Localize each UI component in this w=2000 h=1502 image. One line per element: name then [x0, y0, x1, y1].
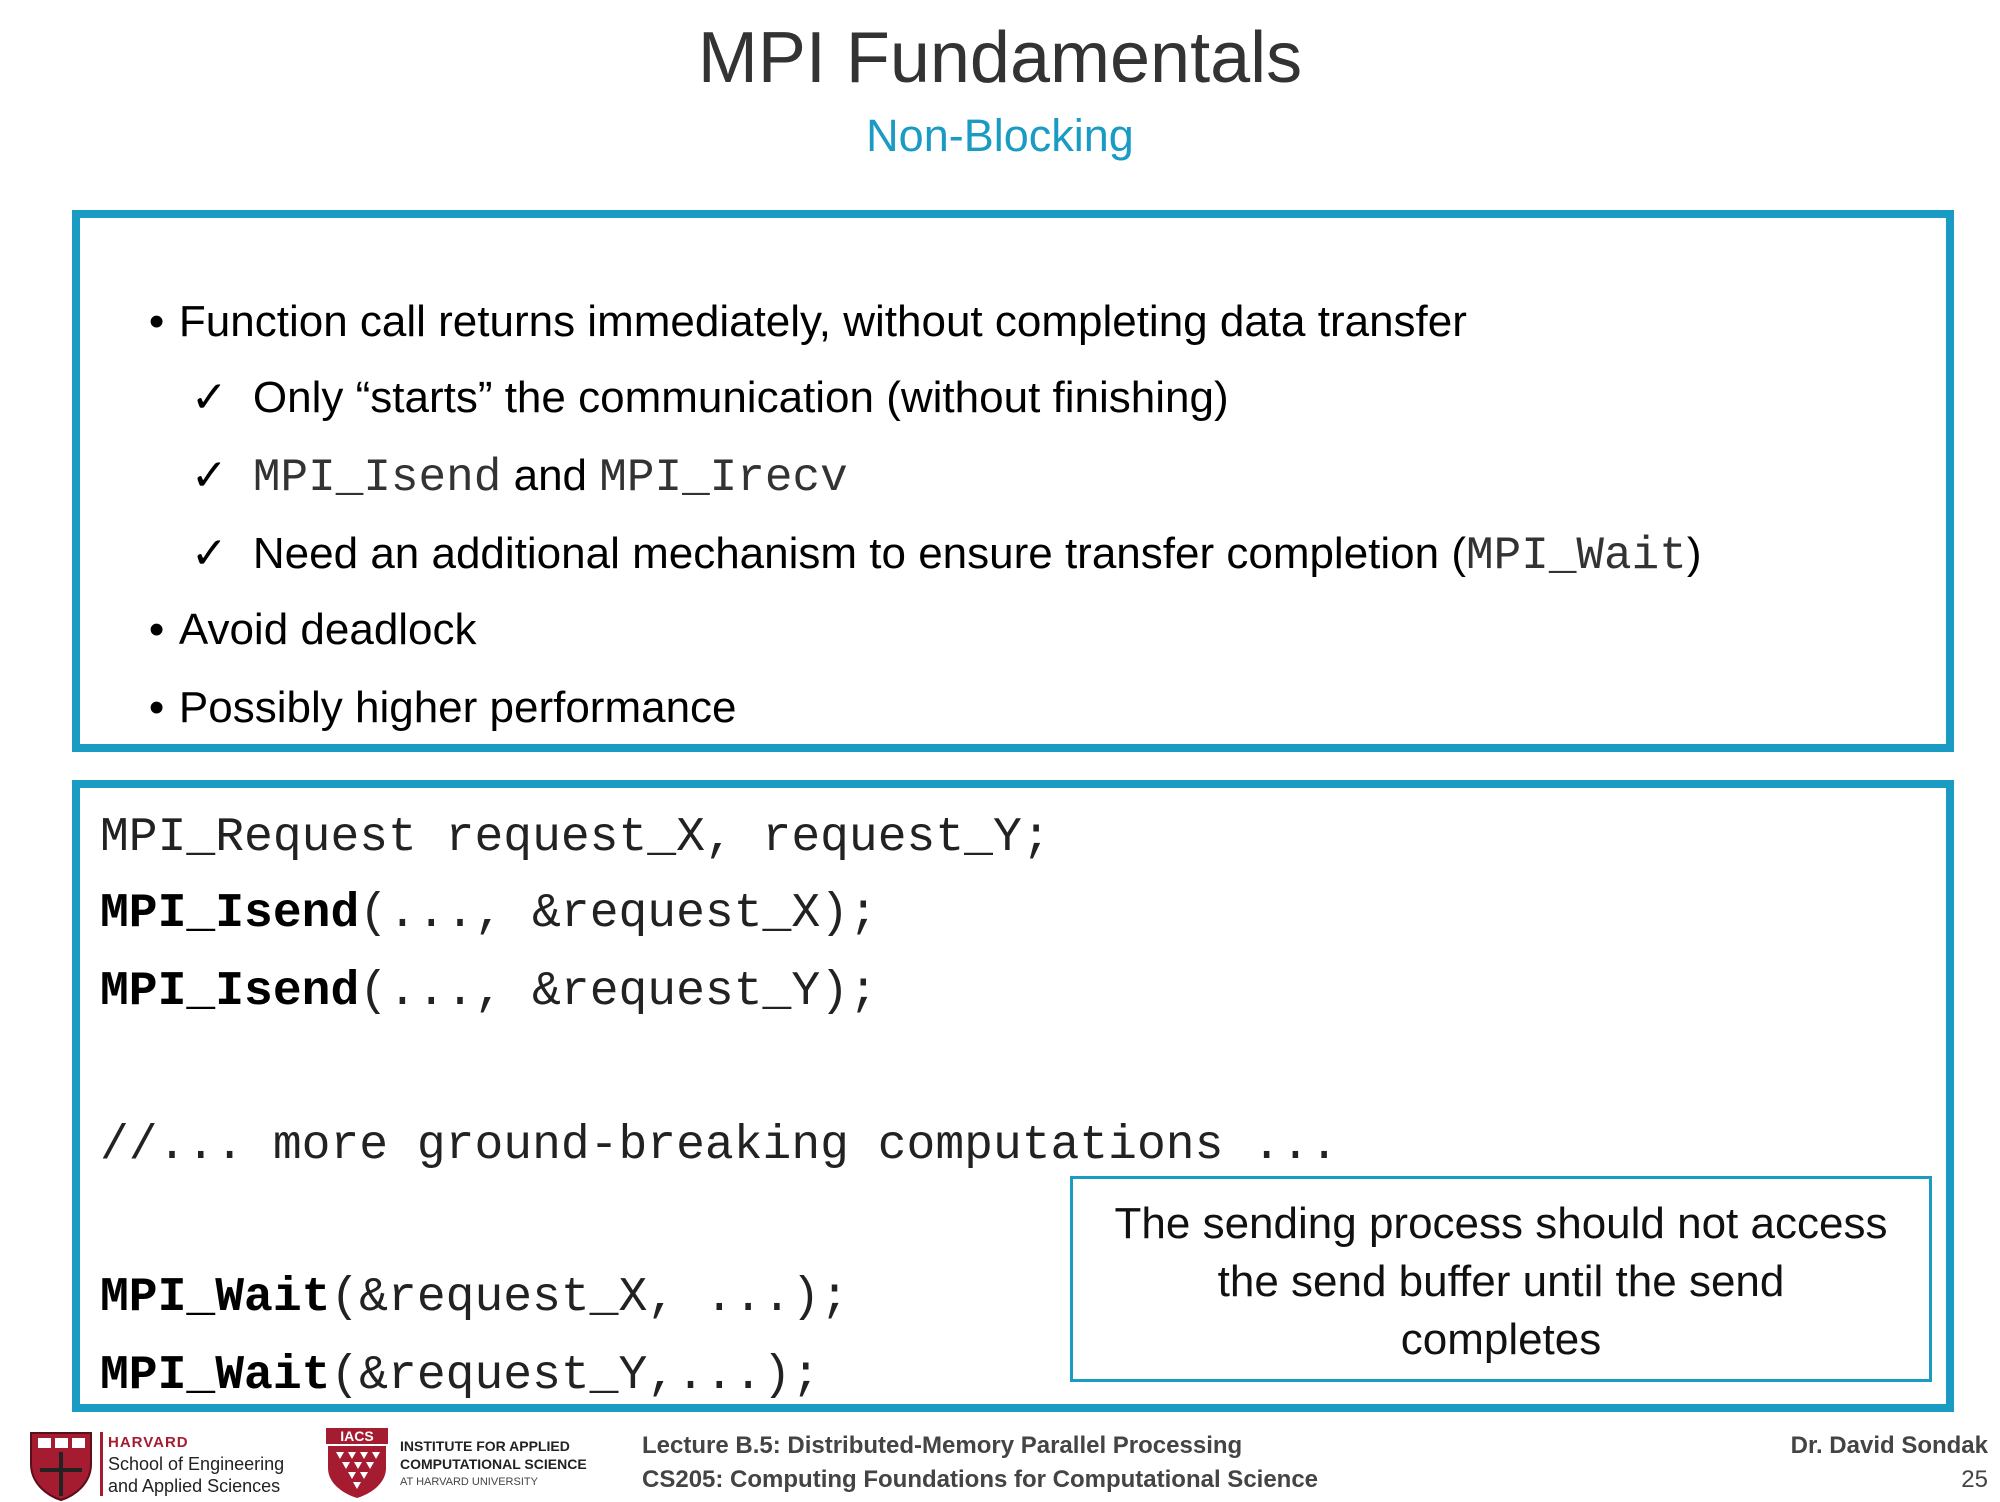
iacs-line-1: INSTITUTE FOR APPLIED [400, 1438, 570, 1454]
page-number: 25 [1961, 1466, 1988, 1493]
code-line-1: MPI_Request request_X, request_Y; [100, 811, 1051, 865]
iacs-line-3: AT HARVARD UNIVERSITY [400, 1476, 538, 1488]
seas-line-1: School of Engineering [108, 1454, 285, 1474]
lecture-title: Lecture B.5: Distributed-Memory Parallel… [642, 1432, 1243, 1459]
seas-line-2: and Applied Sciences [108, 1476, 281, 1496]
bullets-box: • Function call returns immediately, with… [72, 210, 1954, 752]
code-args: (..., &request_X); [359, 887, 878, 941]
slide-title: MPI Fundamentals [697, 18, 1303, 98]
bullet-3-text: Possibly higher performance [178, 683, 737, 732]
code-args: (&request_X, ...); [330, 1271, 849, 1325]
slide-subtitle: Non-Blocking [866, 110, 1134, 161]
code-args: (&request_Y,...); [330, 1349, 821, 1403]
callout-line-1: The sending process should not access [1114, 1199, 1888, 1248]
code-line-3: MPI_Isend(..., &request_Y); [100, 962, 878, 1022]
harvard-wordmark: HARVARD [108, 1434, 189, 1451]
bullet-3: • Possibly higher performance [100, 624, 737, 792]
code-line-2: MPI_Isend(..., &request_X); [100, 884, 878, 944]
code-fn-wait: MPI_Wait [100, 1349, 331, 1403]
author: Dr. David Sondak [1790, 1432, 1988, 1459]
code-args: (..., &request_Y); [359, 965, 878, 1019]
check-item-3-end: ) [1686, 529, 1702, 578]
code-fn-isend: MPI_Isend [100, 887, 360, 941]
logo-divider [100, 1432, 103, 1496]
callout-line-3: completes [1400, 1315, 1602, 1364]
harvard-shield-icon [30, 1432, 92, 1502]
code-comment: //... more ground-breaking computations … [100, 1119, 1339, 1173]
code-line-6: MPI_Wait(&request_Y,...); [100, 1346, 820, 1406]
footer: HARVARD School of Engineering and Applie… [0, 1426, 2000, 1502]
code-line-5: MPI_Wait(&request_X, ...); [100, 1268, 849, 1328]
code-fn-isend: MPI_Isend [100, 965, 360, 1019]
course-title: CS205: Computing Foundations for Computa… [642, 1466, 1319, 1493]
iacs-badge: IACS [326, 1428, 388, 1444]
code-fn-wait: MPI_Wait [100, 1271, 331, 1325]
code-mpi-wait: MPI_Wait [1466, 530, 1687, 582]
iacs-line-2: COMPUTATIONAL SCIENCE [400, 1456, 587, 1472]
bullet-dot-icon: • [148, 683, 165, 732]
callout-line-2: the send buffer until the send [1217, 1257, 1785, 1306]
callout-note: The sending process should not access th… [1070, 1176, 1932, 1382]
